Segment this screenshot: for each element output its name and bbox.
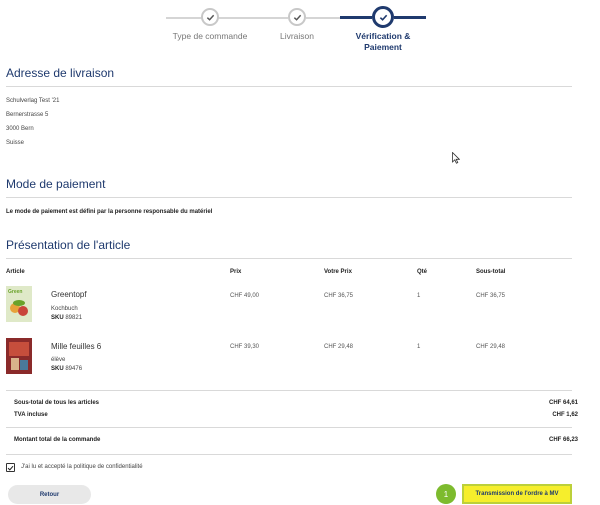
divider bbox=[6, 454, 572, 455]
sku-label: SKU bbox=[51, 366, 64, 372]
divider bbox=[6, 390, 572, 391]
product-sku: SKU 89476 bbox=[51, 366, 82, 372]
column-header-prix: Prix bbox=[230, 269, 242, 275]
stepper-line bbox=[306, 17, 340, 19]
divider bbox=[6, 258, 572, 259]
check-icon bbox=[206, 14, 214, 21]
privacy-label[interactable]: J'ai lu et accepté la politique de confi… bbox=[21, 464, 143, 470]
check-icon bbox=[293, 14, 301, 21]
your-price-cell: CHF 36,75 bbox=[324, 293, 354, 299]
sku-label: SKU bbox=[51, 315, 64, 321]
payment-info-text: Le mode de paiement est défini par la pe… bbox=[6, 209, 213, 215]
your-price-cell: CHF 29,48 bbox=[324, 344, 354, 350]
product-cover-mille-feuilles[interactable] bbox=[6, 338, 32, 374]
stepper-line bbox=[218, 17, 288, 19]
sku-value: 89476 bbox=[65, 366, 83, 372]
subtotal-cell: CHF 29,48 bbox=[476, 344, 506, 350]
stepper-line-active bbox=[394, 16, 426, 19]
step-2-circle[interactable] bbox=[288, 8, 306, 26]
mouse-cursor-icon bbox=[452, 152, 460, 164]
address-section-title: Adresse de livraison bbox=[6, 66, 115, 80]
column-header-sous-total: Sous-total bbox=[476, 269, 506, 275]
articles-section-title: Présentation de l'article bbox=[6, 238, 131, 252]
qty-cell: 1 bbox=[417, 344, 421, 350]
step-3-label: Vérification & Paiement bbox=[355, 31, 411, 52]
privacy-checkbox[interactable] bbox=[6, 463, 15, 472]
checkmark-icon bbox=[7, 465, 14, 471]
column-header-article: Article bbox=[6, 269, 25, 275]
price-cell: CHF 49,00 bbox=[230, 293, 260, 299]
step-1-circle[interactable] bbox=[201, 8, 219, 26]
tva-value: CHF 1,62 bbox=[552, 412, 578, 418]
submit-order-button[interactable]: Transmission de l'ordre à MV bbox=[462, 484, 572, 504]
order-total-label: Montant total de la commande bbox=[14, 437, 101, 443]
divider bbox=[6, 86, 572, 87]
product-subtitle: élève bbox=[51, 357, 66, 363]
address-line: Schulverlag Test '21 bbox=[6, 98, 60, 104]
column-header-qte: Qté bbox=[417, 269, 428, 275]
checkout-stepper: Type de commande Livraison Vérification … bbox=[0, 0, 600, 60]
order-total-value: CHF 66,23 bbox=[548, 437, 578, 443]
tva-label: TVA incluse bbox=[14, 412, 48, 418]
step-3-circle bbox=[372, 6, 394, 28]
back-button[interactable]: Retour bbox=[8, 485, 91, 504]
address-line: Bernerstrasse 5 bbox=[6, 112, 49, 118]
product-sku: SKU 89821 bbox=[51, 315, 82, 321]
stepper-line bbox=[166, 17, 206, 19]
address-line: Suisse bbox=[6, 140, 25, 146]
subtotal-label: Sous-total de tous les articles bbox=[14, 400, 100, 406]
subtotal-value: CHF 64,61 bbox=[548, 400, 578, 406]
address-line: 3000 Bern bbox=[6, 126, 34, 132]
step-number-badge: 1 bbox=[436, 484, 456, 504]
product-name[interactable]: Mille feuilles 6 bbox=[51, 342, 101, 351]
step-1-label[interactable]: Type de commande bbox=[170, 31, 250, 41]
payment-section-title: Mode de paiement bbox=[6, 177, 106, 191]
stepper-line-active bbox=[340, 16, 372, 19]
step-2-label[interactable]: Livraison bbox=[272, 31, 322, 41]
subtotal-cell: CHF 36,75 bbox=[476, 293, 506, 299]
sku-value: 89821 bbox=[65, 315, 83, 321]
cover-title: Green bbox=[8, 289, 22, 295]
divider bbox=[6, 427, 572, 428]
product-cover-greentopf[interactable]: Green bbox=[6, 286, 32, 322]
column-header-votre-prix: Votre Prix bbox=[324, 269, 352, 275]
qty-cell: 1 bbox=[417, 293, 421, 299]
product-subtitle: Kochbuch bbox=[51, 306, 78, 312]
price-cell: CHF 39,30 bbox=[230, 344, 260, 350]
check-icon bbox=[379, 14, 387, 21]
divider bbox=[6, 197, 572, 198]
product-name[interactable]: Greentopf bbox=[51, 290, 87, 299]
